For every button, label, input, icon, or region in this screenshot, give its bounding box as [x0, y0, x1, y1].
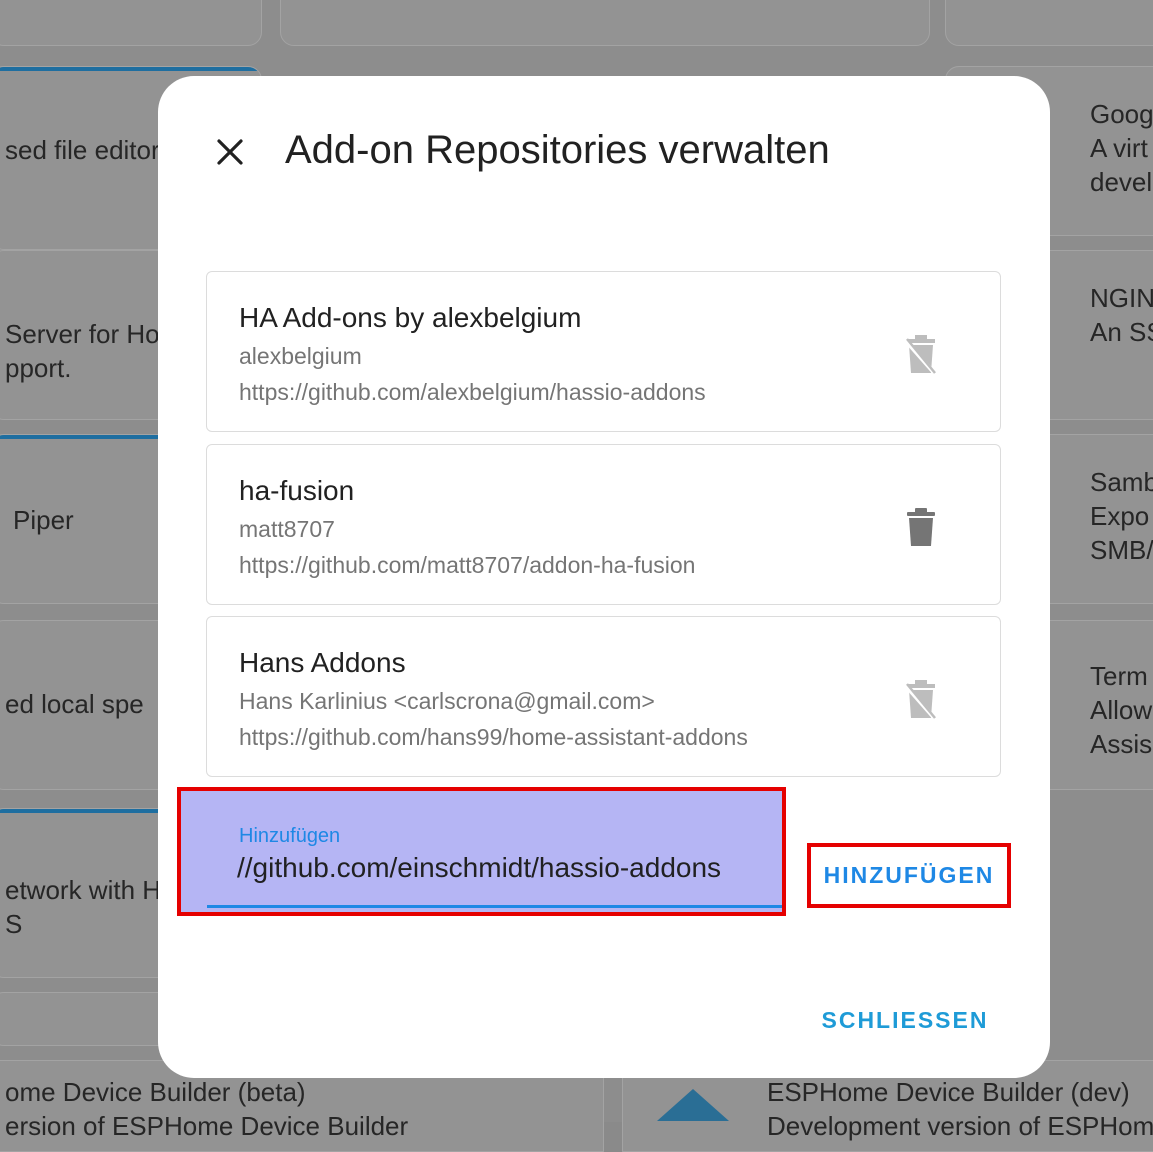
bg-card-title: NGIN — [1090, 283, 1153, 313]
bg-card-title: ESPHome Device Builder (dev) — [767, 1077, 1130, 1107]
bg-card — [0, 0, 262, 46]
add-repository-input[interactable] — [237, 847, 777, 889]
bg-card-text: etwork with H — [5, 875, 162, 905]
bg-card-text: pport. — [5, 353, 72, 383]
repository-name: Hans Addons — [239, 647, 406, 678]
repository-maintainer: matt8707 — [239, 516, 335, 542]
delete-repository-button[interactable] — [904, 680, 938, 722]
bg-card-text: An SS — [1090, 317, 1153, 347]
delete-off-icon — [904, 680, 938, 722]
repository-name: HA Add-ons by alexbelgium — [239, 302, 582, 333]
bg-card-text: Expo — [1090, 501, 1150, 531]
close-button[interactable]: SCHLIESSEN — [810, 995, 1000, 1045]
bg-card — [945, 0, 1153, 46]
bg-card-title: Goog — [1090, 99, 1153, 129]
bg-card-text: Development version of ESPHom — [767, 1111, 1153, 1141]
delete-repository-button[interactable] — [904, 508, 938, 548]
bg-card-text: devel — [1090, 167, 1153, 197]
bg-card-accent — [0, 67, 261, 71]
close-dialog-button[interactable] — [206, 128, 254, 176]
bg-card-text: Piper — [13, 505, 74, 535]
bg-card-text: Assis — [1090, 729, 1153, 759]
close-icon — [217, 139, 243, 165]
repository-name: ha-fusion — [239, 475, 355, 506]
bg-card-text: SMB/ — [1090, 535, 1153, 565]
repository-card: HA Add-ons by alexbelgium alexbelgium ht… — [206, 271, 1001, 432]
add-repository-highlight: Hinzufügen — [177, 787, 786, 916]
bg-card-text: ersion of ESPHome Device Builder — [5, 1111, 409, 1141]
bg-card-title: Term — [1090, 661, 1148, 691]
repository-maintainer: alexbelgium — [239, 343, 362, 369]
delete-icon — [907, 508, 935, 546]
add-repository-button[interactable]: HINZUFÜGEN — [807, 843, 1011, 908]
bg-card-text: S — [5, 909, 23, 939]
repository-url: https://github.com/alexbelgium/hassio-ad… — [239, 379, 706, 405]
repository-url: https://github.com/matt8707/addon-ha-fus… — [239, 552, 696, 578]
esphome-logo-icon — [657, 1089, 729, 1121]
bg-card-text: ed local spe — [5, 689, 144, 719]
bg-card-text: Server for Ho — [5, 319, 160, 349]
bg-card-text: Allow — [1090, 695, 1153, 725]
bg-card-text: sed file editor — [5, 135, 160, 165]
delete-off-icon — [904, 335, 938, 377]
add-repository-field[interactable]: Hinzufügen — [207, 791, 782, 908]
repository-card: ha-fusion matt8707 https://github.com/ma… — [206, 444, 1001, 605]
bg-card-text: A virt — [1090, 133, 1148, 163]
add-repository-label: Hinzufügen — [239, 825, 341, 847]
bg-card-title: ome Device Builder (beta) — [5, 1077, 306, 1107]
repository-url: https://github.com/hans99/home-assistant… — [239, 724, 748, 750]
dialog-title: Add-on Repositories verwalten — [285, 128, 830, 172]
bg-card — [280, 0, 930, 46]
bg-card-title: Samb — [1090, 467, 1153, 497]
repository-card: Hans Addons Hans Karlinius <carlscrona@g… — [206, 616, 1001, 777]
delete-repository-button[interactable] — [904, 335, 938, 377]
repository-maintainer: Hans Karlinius <carlscrona@gmail.com> — [239, 688, 655, 714]
